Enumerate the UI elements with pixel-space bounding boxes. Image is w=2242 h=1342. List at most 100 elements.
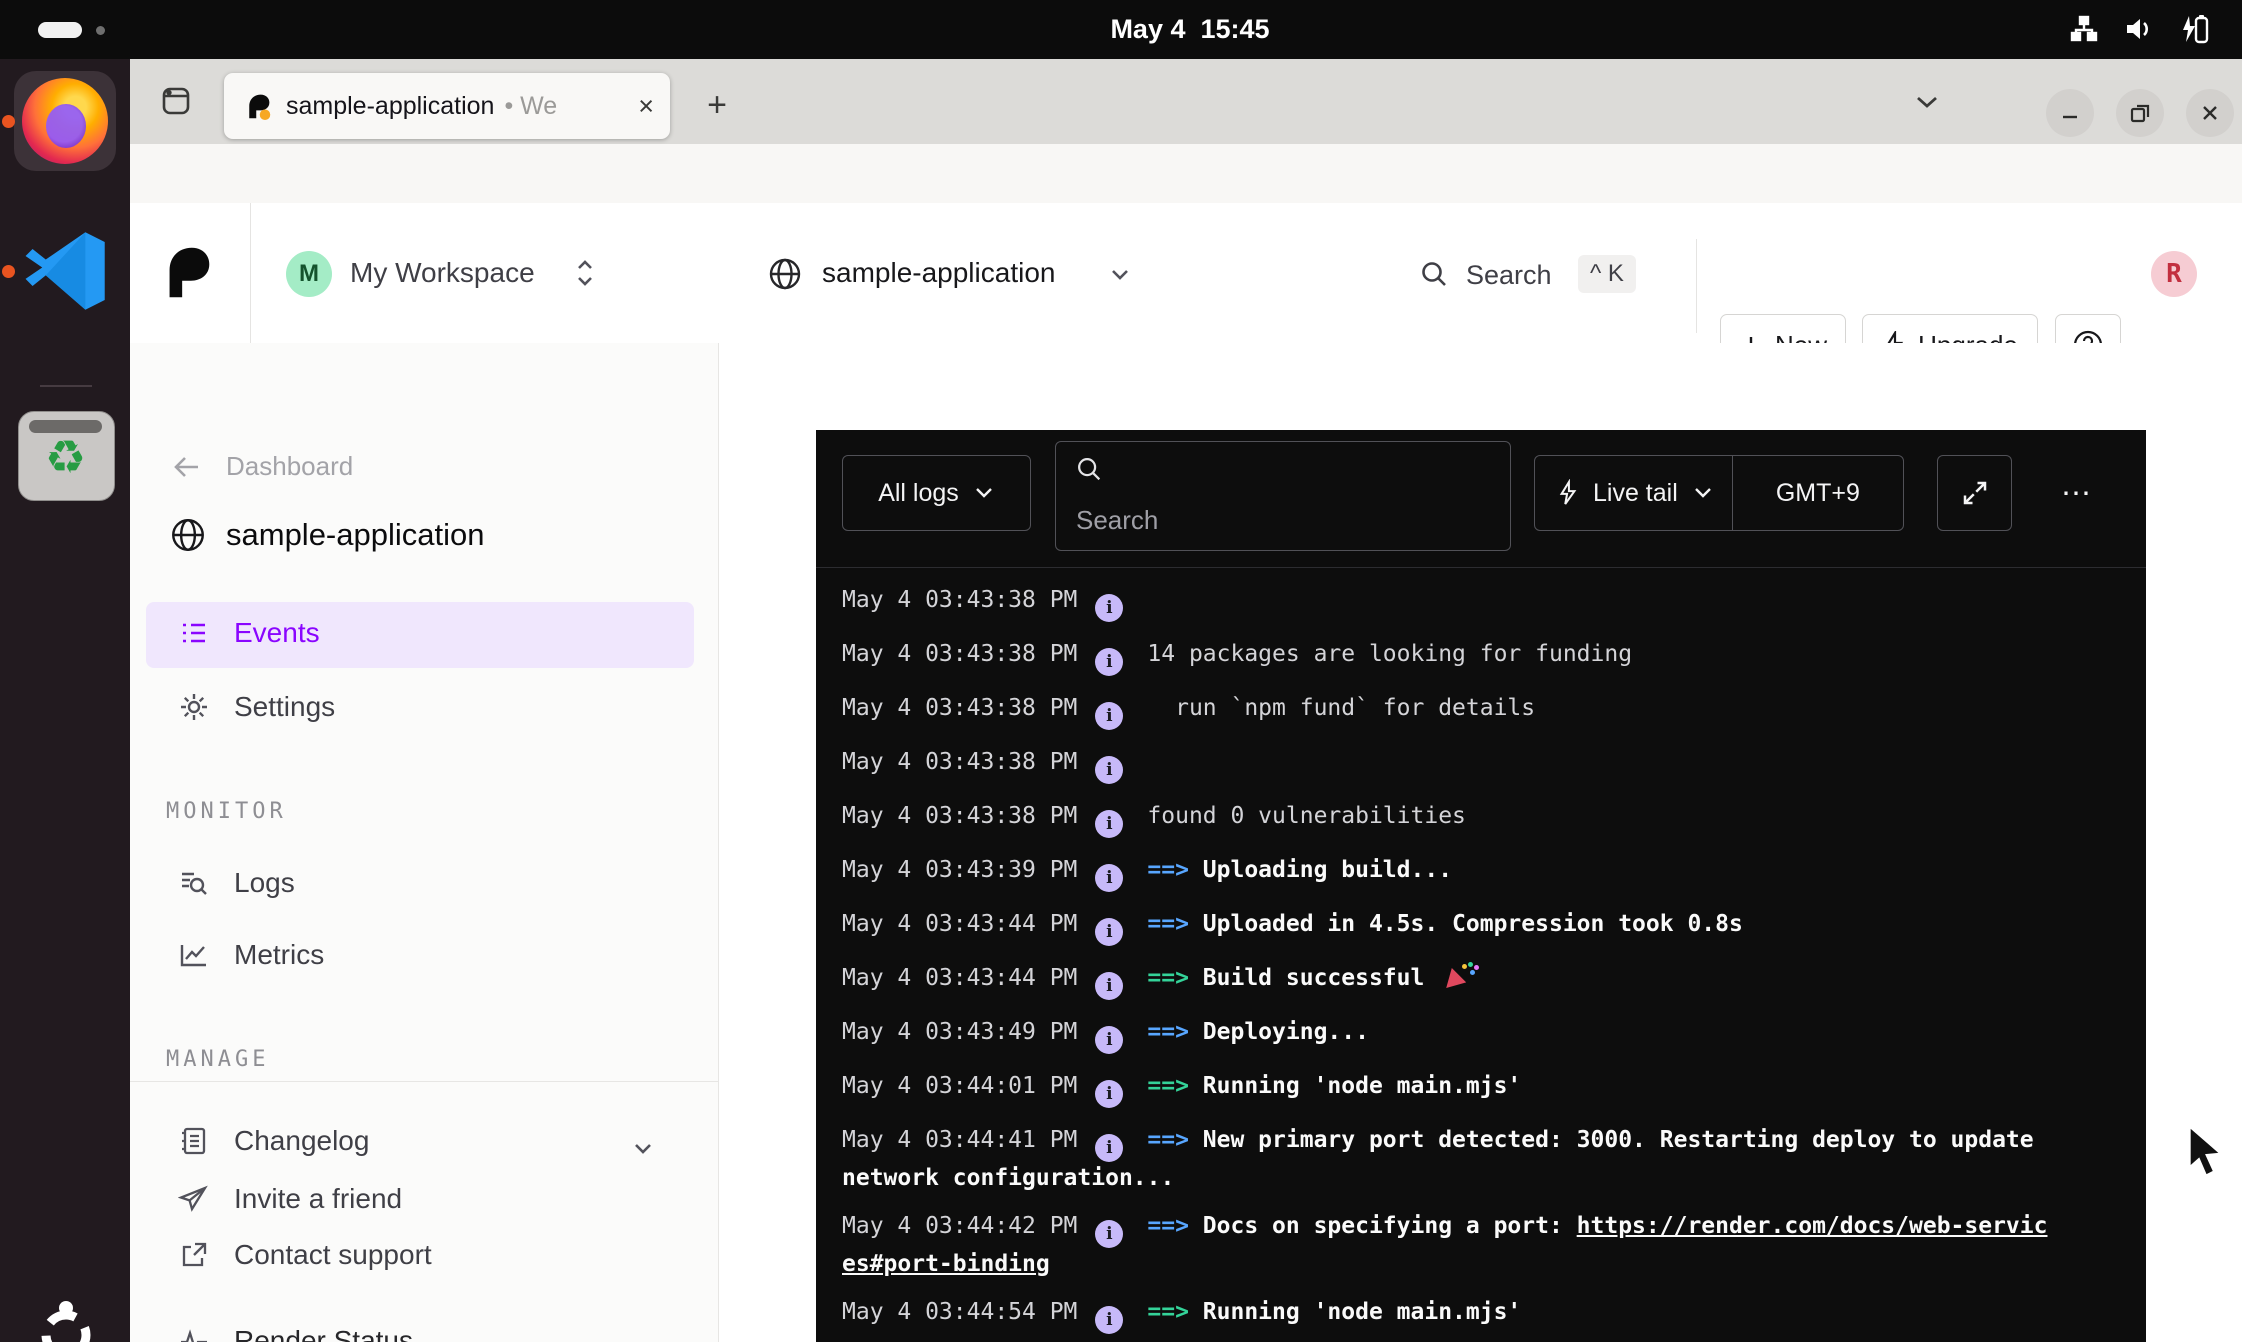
log-panel: All logs Search Live tail <box>816 430 2146 1342</box>
sidebar-section-manage: MANAGE <box>166 1047 269 1072</box>
firefox-running-dot <box>2 115 15 128</box>
info-icon: i <box>1095 1220 1123 1248</box>
log-row: May 4 03:43:39 PMi==> Uploading build... <box>842 854 2051 892</box>
tab-bar: sample-application • We × + <box>130 59 2242 144</box>
timezone-label[interactable]: GMT+9 <box>1733 479 1903 508</box>
workspace-switcher-chevrons-icon[interactable] <box>572 253 598 293</box>
log-row: May 4 03:43:38 PMi run `npm fund` for de… <box>842 692 2051 730</box>
log-row: May 4 03:44:41 PMi==> New primary port d… <box>842 1124 2051 1194</box>
trash-icon[interactable]: ♻ <box>18 411 115 501</box>
info-icon: i <box>1095 594 1123 622</box>
battery-icon[interactable] <box>2180 14 2210 44</box>
dock: ♻ <box>0 59 130 1342</box>
search-label[interactable]: Search <box>1466 260 1552 291</box>
new-tab-button[interactable]: + <box>696 85 738 127</box>
browser-tab[interactable]: sample-application • We × <box>224 73 670 139</box>
workspace-name[interactable]: My Workspace <box>350 257 535 289</box>
live-tail-label: Live tail <box>1593 479 1678 508</box>
info-icon: i <box>1095 972 1123 1000</box>
log-row: May 4 03:44:54 PMi==> Running 'node main… <box>842 1296 2051 1334</box>
log-row: May 4 03:43:44 PMi==> Build successful <box>842 962 2051 1000</box>
network-icon[interactable] <box>2070 15 2098 43</box>
search-shortcut-kbd: ^ K <box>1578 255 1636 293</box>
log-row: May 4 03:43:44 PMi==> Uploaded in 4.5s. … <box>842 908 2051 946</box>
dock-divider <box>40 385 92 387</box>
service-switcher-chevron-icon[interactable] <box>1106 263 1134 287</box>
log-row: May 4 03:43:49 PMi==> Deploying... <box>842 1016 2051 1054</box>
sidebar-section-monitor: MONITOR <box>166 799 287 824</box>
firefox-view-icon[interactable] <box>154 81 198 121</box>
info-icon: i <box>1095 1026 1123 1054</box>
app-header: M My Workspace sample-application <box>130 203 2242 344</box>
globe-icon <box>766 255 804 293</box>
log-row: May 4 03:44:42 PMi==> Docs on specifying… <box>842 1210 2051 1280</box>
workspace-avatar[interactable]: M <box>286 251 332 297</box>
party-popper-emoji <box>1446 962 1476 988</box>
status-pulse-icon <box>178 1325 210 1342</box>
info-icon: i <box>1095 918 1123 946</box>
expand-icon <box>1960 478 1990 508</box>
window-close-button[interactable] <box>2186 89 2234 137</box>
firefox-icon[interactable] <box>22 78 108 164</box>
volume-icon[interactable] <box>2124 15 2154 43</box>
sidebar: Dashboard sample-application Events <box>130 343 719 1342</box>
tab-title: sample-application <box>286 92 494 121</box>
user-avatar[interactable]: R <box>2151 251 2197 297</box>
ubuntu-logo-icon[interactable] <box>30 1297 102 1342</box>
info-icon: i <box>1095 1306 1123 1334</box>
main-content: All logs Search Live tail <box>719 343 2242 1342</box>
render-logo[interactable] <box>156 241 218 303</box>
sidebar-item-invite-friend[interactable]: Invite a friend <box>178 1183 402 1215</box>
sidebar-item-logs[interactable]: Logs <box>178 867 295 899</box>
log-row: May 4 03:43:38 PMifound 0 vulnerabilitie… <box>842 800 2051 838</box>
system-clock[interactable]: May 4 15:45 <box>1060 14 1320 45</box>
window-minimize-button[interactable] <box>2046 89 2094 137</box>
header-divider <box>250 203 251 343</box>
sidebar-service-name[interactable]: sample-application <box>168 515 484 555</box>
log-toolbar: All logs Search Live tail <box>816 430 2146 568</box>
service-switcher-name[interactable]: sample-application <box>822 257 1055 289</box>
back-arrow-icon <box>172 454 202 480</box>
metrics-chart-icon <box>178 939 210 971</box>
sidebar-item-changelog[interactable]: Changelog <box>178 1125 369 1157</box>
sidebar-item-events-content[interactable]: Events <box>178 617 320 649</box>
render-favicon <box>244 91 272 121</box>
globe-icon <box>168 515 208 555</box>
sidebar-item-render-status[interactable]: Render Status <box>178 1325 413 1342</box>
info-icon: i <box>1095 648 1123 676</box>
sidebar-item-contact-support[interactable]: Contact support <box>178 1239 432 1271</box>
info-icon: i <box>1095 810 1123 838</box>
workspace-indicator-dot[interactable] <box>96 26 105 35</box>
log-row: May 4 03:43:38 PMi14 packages are lookin… <box>842 638 2051 676</box>
chevron-down-icon <box>973 485 995 501</box>
live-tail-button-group[interactable]: Live tail GMT+9 <box>1534 455 1904 531</box>
log-search-input[interactable]: Search <box>1055 441 1511 551</box>
changelog-chevron-icon[interactable] <box>630 1139 656 1159</box>
log-more-button[interactable]: ⋯ <box>2061 455 2093 531</box>
log-row: May 4 03:44:01 PMi==> Running 'node main… <box>842 1070 2051 1108</box>
system-top-bar: May 4 15:45 <box>0 0 2242 59</box>
sidebar-item-metrics[interactable]: Metrics <box>178 939 324 971</box>
send-icon <box>178 1183 210 1215</box>
chevron-down-icon <box>1692 485 1714 501</box>
sidebar-back-dashboard[interactable]: Dashboard <box>172 451 353 482</box>
info-icon: i <box>1095 1134 1123 1162</box>
tab-close-icon[interactable]: × <box>638 93 654 120</box>
log-row: May 4 03:43:38 PMi <box>842 746 2051 784</box>
tab-list-chevron-icon[interactable] <box>1912 91 1942 113</box>
expand-logs-button[interactable] <box>1937 455 2012 531</box>
vscode-icon[interactable] <box>22 227 110 315</box>
recycle-glyph: ♻ <box>19 430 112 484</box>
screen: May 4 15:45 <box>0 0 2242 1342</box>
sidebar-item-settings[interactable]: Settings <box>178 691 335 723</box>
navigation-bar: https://dashboard.render.com/web/srv-d0b… <box>130 144 2242 204</box>
workspace-indicator-active[interactable] <box>38 22 82 38</box>
events-list-icon <box>178 617 210 649</box>
info-icon: i <box>1095 756 1123 784</box>
header-divider-2 <box>1696 239 1697 333</box>
log-filter-button[interactable]: All logs <box>842 455 1031 531</box>
window-restore-button[interactable] <box>2116 89 2164 137</box>
tab-title-secondary: • We <box>504 92 557 121</box>
search-icon[interactable] <box>1418 258 1450 290</box>
logs-icon <box>178 867 210 899</box>
